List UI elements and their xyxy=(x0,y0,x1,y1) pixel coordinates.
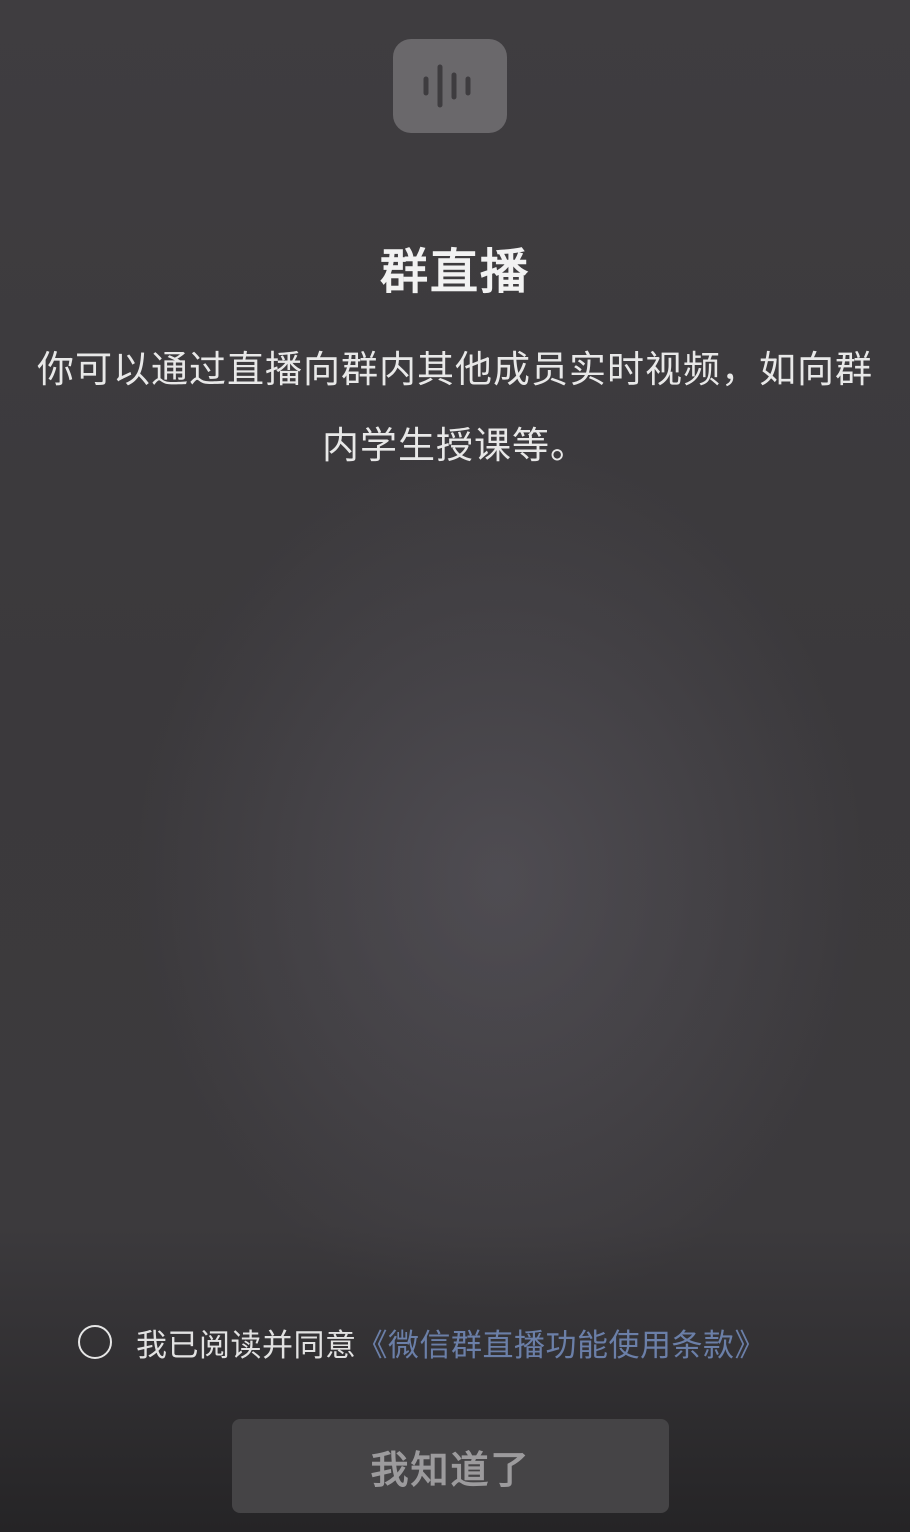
voice-wave-icon xyxy=(423,64,471,108)
feature-description: 你可以通过直播向群内其他成员实时视频，如向群内学生授课等。 xyxy=(37,348,873,467)
agreement-radio[interactable] xyxy=(78,1325,112,1359)
agreement-prefix: 我已阅读并同意 xyxy=(136,1327,357,1364)
agreement-row[interactable]: 我已阅读并同意 《微信群直播功能使用条款》 xyxy=(78,1315,766,1369)
app-logo xyxy=(393,39,507,133)
terms-link[interactable]: 《微信群直播功能使用条款》 xyxy=(357,1320,767,1365)
page-title: 群直播 xyxy=(379,244,530,300)
confirm-button[interactable]: 我知道了 xyxy=(232,1419,669,1513)
